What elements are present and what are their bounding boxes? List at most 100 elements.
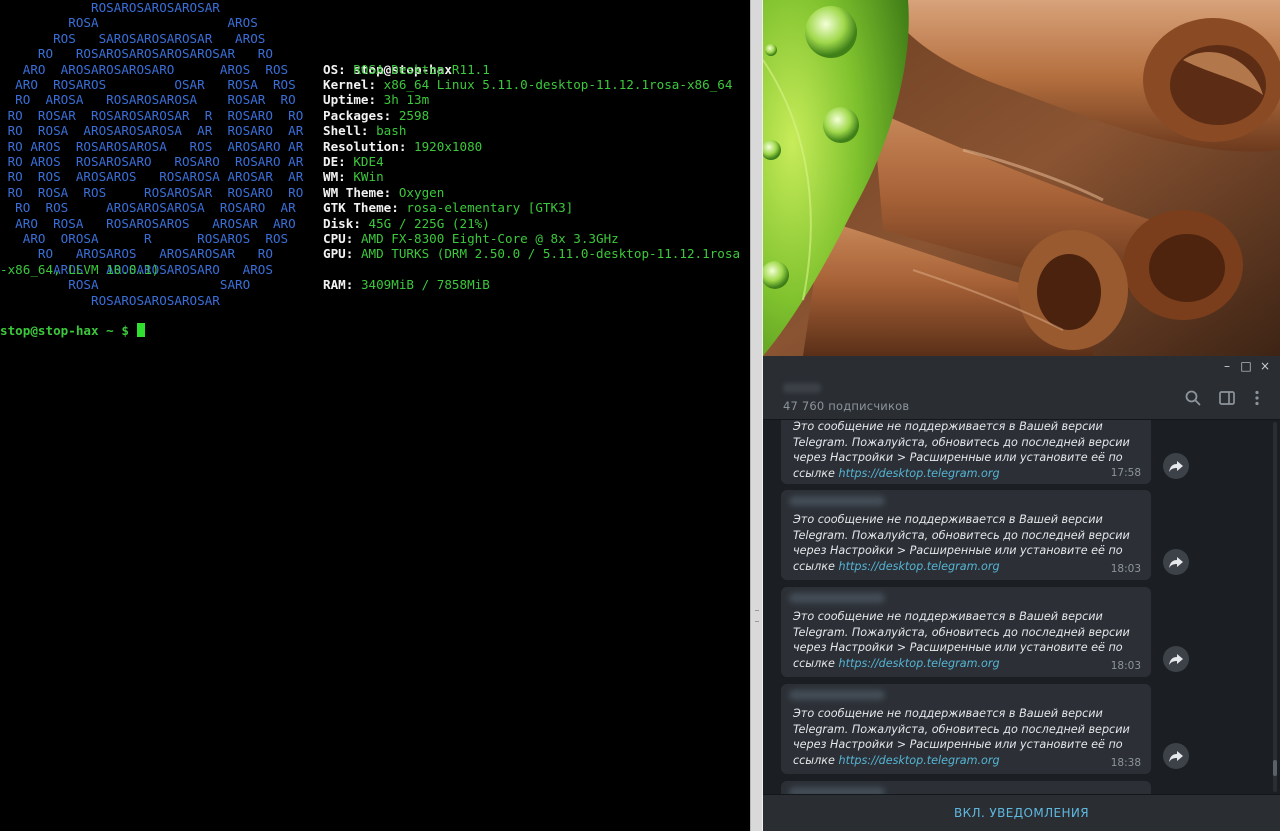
info-value: x86_64 Linux 5.11.0-desktop-11.12.1rosa-…: [383, 77, 733, 92]
message-time: 18:38: [1110, 757, 1141, 769]
info-key: CPU:: [323, 231, 354, 246]
sender-name-redacted: [789, 690, 885, 700]
info-key: DE:: [323, 154, 346, 169]
forward-icon: [1169, 461, 1183, 472]
info-value: 1920x1080: [414, 138, 483, 154]
info-value: KWin: [353, 169, 384, 185]
info-key: WM:: [323, 169, 346, 185]
message-text: Это сообщение не поддерживается в Вашей …: [793, 707, 1130, 767]
message-bubble[interactable]: Это сообщение не поддерживается в Вашей …: [781, 490, 1151, 580]
cinnamon-wallpaper-image: [763, 0, 1280, 356]
info-key: Kernel:: [323, 77, 377, 92]
info-value: 45G / 225G (21%): [368, 215, 490, 231]
message-time: 18:03: [1110, 563, 1141, 575]
forward-button[interactable]: [1163, 453, 1189, 479]
message-bubble[interactable]: [781, 781, 1151, 794]
info-key: GTK Theme:: [323, 200, 399, 216]
logo-line: RO ROSA ROS ROSAROSAR ROSARO RO: [0, 184, 304, 200]
message-bubble[interactable]: Это сообщение не поддерживается в Вашей …: [781, 587, 1151, 677]
info-value: 3409MiB / 7858MiB: [360, 277, 490, 293]
logo-line: RO ROSA AROSAROSAROSA AR ROSARO AR: [0, 123, 304, 139]
scrollbar-thumb[interactable]: [1273, 760, 1277, 776]
logo-line: RO ROSAROSAROSAROSAROSAR RO: [0, 46, 273, 62]
message-feed[interactable]: Это сообщение не поддерживается в Вашей …: [763, 420, 1280, 794]
forward-button[interactable]: [1163, 646, 1189, 672]
message-bubble[interactable]: Это сообщение не поддерживается в Вашей …: [781, 684, 1151, 774]
more-vert-icon[interactable]: [1247, 388, 1267, 408]
channel-header[interactable]: 47 760 подписчиков: [763, 376, 1280, 420]
info-key: Packages:: [323, 107, 392, 123]
logo-line: RO ROSAR ROSAROSAROSAR R ROSARO RO: [0, 107, 304, 123]
gpu-wrap-line: -x86_64, LLVM 10.0.1): [0, 261, 160, 277]
message-text: Это сообщение не поддерживается в Вашей …: [793, 513, 1130, 573]
sender-name-redacted: [789, 496, 885, 506]
info-key: OS:: [323, 61, 346, 77]
info-value: 3h 13m: [383, 92, 430, 108]
pane-splitter[interactable]: [750, 0, 763, 831]
forward-button[interactable]: [1163, 549, 1189, 575]
info-row: GTK Theme: rosa-elementary [GTK3]: [323, 200, 573, 215]
logo-line: RO AROS ROSAROSAROSA ROS AROSARO AR: [0, 138, 304, 154]
logo-line: RO AROSAROS AROSAROSAR RO: [0, 246, 273, 262]
message-bubble[interactable]: Это сообщение не поддерживается в Вашей …: [781, 420, 1151, 484]
logo-line: ROS SAROSAROSAROSAR AROS: [0, 30, 266, 46]
logo-line: RO ROS AROSAROSAROSA ROSARO AR: [0, 200, 296, 216]
message-link[interactable]: https://desktop.telegram.org: [839, 560, 1000, 573]
message-text: Это сообщение не поддерживается в Вашей …: [793, 610, 1130, 670]
channel-footer: ВКЛ. УВЕДОМЛЕНИЯ: [763, 794, 1280, 831]
info-row: Shell: bash: [323, 123, 406, 138]
logo-line: ROSAROSAROSAROSAR: [0, 0, 220, 15]
minimize-icon[interactable]: –: [1219, 358, 1235, 374]
info-row: OS: ROSA Desktop R11.1: [323, 62, 490, 77]
terminal-window[interactable]: ROSAROSAROSAROSAR ROSA AROS ROS SAROSARO…: [0, 0, 750, 831]
info-row: WM Theme: Oxygen: [323, 185, 444, 200]
message-link[interactable]: https://desktop.telegram.org: [839, 754, 1000, 767]
info-row: GPU: AMD TURKS (DRM 2.50.0 / 5.11.0-desk…: [323, 246, 740, 261]
maximize-icon[interactable]: □: [1238, 358, 1254, 374]
logo-line: ROSA SARO: [0, 277, 251, 293]
logo-line: ARO AROSAROSAROSARO AROS ROS: [0, 61, 289, 77]
info-key: Disk:: [323, 215, 361, 231]
info-key: GPU:: [323, 246, 354, 262]
sender-name-redacted: [789, 787, 885, 794]
message-time: 17:58: [1110, 467, 1141, 479]
forward-icon: [1169, 751, 1183, 762]
telegram-titlebar: – □ ×: [763, 356, 1280, 376]
info-row: CPU: AMD FX-8300 Eight-Core @ 8x 3.3GHz: [323, 231, 619, 246]
info-row: Disk: 45G / 225G (21%): [323, 216, 490, 231]
telegram-window[interactable]: – □ × 47 760 подписчиков Это сообщение н…: [763, 356, 1280, 831]
message-link[interactable]: https://desktop.telegram.org: [839, 467, 1000, 480]
logo-line: ARO ROSAROS OSAR ROSA ROS: [0, 77, 296, 92]
sidebar-toggle-icon[interactable]: [1217, 388, 1237, 408]
info-key: WM Theme:: [323, 184, 392, 200]
desktop-wallpaper: [763, 0, 1280, 356]
enable-notifications-button[interactable]: ВКЛ. УВЕДОМЛЕНИЯ: [763, 795, 1280, 831]
info-value: Oxygen: [398, 184, 445, 200]
info-row: WM: KWin: [323, 169, 384, 184]
info-row: Kernel: x86_64 Linux 5.11.0-desktop-11.1…: [323, 77, 732, 92]
feed-scrollbar[interactable]: [1273, 422, 1277, 792]
info-value: AMD TURKS (DRM 2.50.0 / 5.11.0-desktop-1…: [360, 246, 741, 262]
logo-line: ARO OROSA R ROSAROS ROS: [0, 231, 289, 246]
info-key: RAM:: [323, 277, 354, 293]
command-prompt[interactable]: stop@stop-hax ~ $: [0, 323, 145, 338]
info-row: Resolution: 1920x1080: [323, 139, 482, 154]
logo-line: ROSA AROS: [0, 15, 258, 31]
message-link[interactable]: https://desktop.telegram.org: [839, 657, 1000, 670]
channel-name-redacted[interactable]: [783, 383, 821, 393]
info-value: ROSA Desktop R11.1: [353, 61, 490, 77]
info-value: 2598: [398, 107, 430, 123]
logo-line: ARO ROSA ROSAROSAROS AROSAR ARO: [0, 215, 296, 231]
info-value: AMD FX-8300 Eight-Core @ 8x 3.3GHz: [360, 231, 619, 246]
info-row: Uptime: 3h 13m: [323, 92, 429, 107]
subscriber-count: 47 760 подписчиков: [783, 399, 910, 413]
message-text: Это сообщение не поддерживается в Вашей …: [793, 420, 1130, 480]
close-icon[interactable]: ×: [1257, 358, 1273, 374]
forward-button[interactable]: [1163, 743, 1189, 769]
info-value: KDE4: [353, 154, 384, 169]
forward-icon: [1169, 557, 1183, 568]
info-value: bash: [376, 123, 407, 139]
search-icon[interactable]: [1183, 388, 1203, 408]
logo-line: ROSAROSAROSAROSAR: [0, 292, 220, 308]
logo-line: RO ROS AROSAROS ROSAROSA AROSAR AR: [0, 169, 304, 185]
